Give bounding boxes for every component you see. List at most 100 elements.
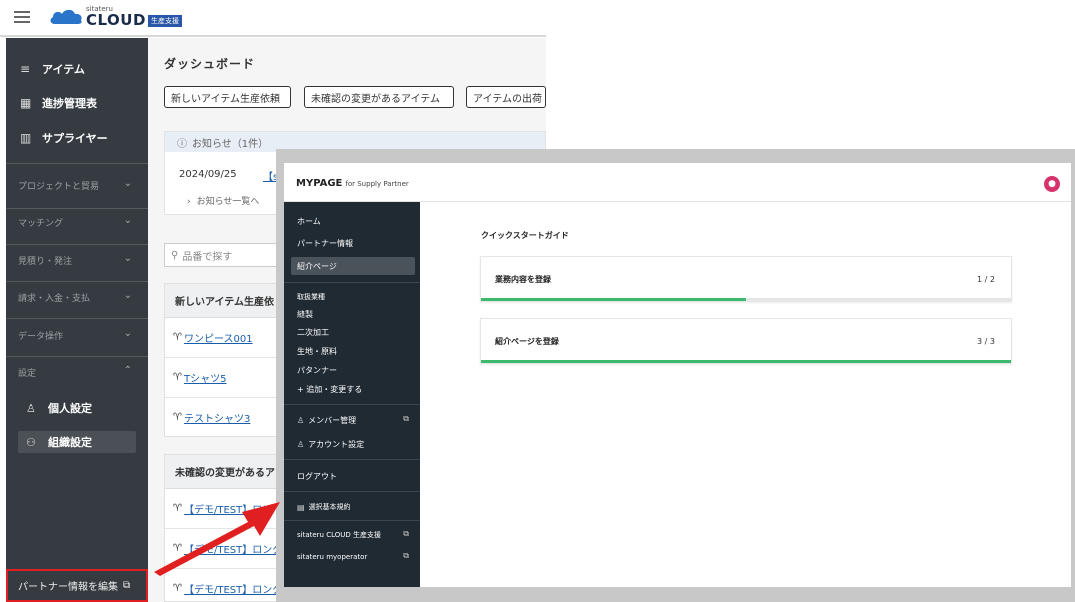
nav-intro-page[interactable]: 紹介ページ	[291, 257, 415, 275]
app-header: sitateru CLOUD 生産支援	[0, 0, 546, 37]
sidebar-divider	[284, 404, 420, 405]
menu-icon[interactable]	[14, 11, 30, 23]
nav-label: メンバー管理	[308, 415, 357, 425]
progress-fill	[481, 360, 1011, 363]
mypage-title-text: MYPAGE	[296, 178, 343, 189]
quickstart-count: 3 / 3	[977, 337, 995, 346]
nav-label: アカウント設定	[308, 439, 365, 449]
mypage-subtitle: for Supply Partner	[345, 180, 409, 188]
nav-member-management[interactable]: ♙ メンバー管理 ⧉	[291, 411, 415, 429]
sidebar-divider	[6, 244, 148, 245]
sidebar-divider	[6, 318, 148, 319]
logo-text: CLOUD	[86, 11, 146, 29]
section-label: 見積り・発注	[18, 256, 73, 267]
progress-track	[481, 360, 1011, 363]
group-icon: ⚇	[26, 435, 36, 449]
quickstart-title: クイックスタートガイド	[481, 231, 569, 240]
unconfirmed-items-button[interactable]: 未確認の変更があるアイテム	[304, 86, 454, 108]
building-icon: ▥	[20, 131, 32, 145]
nav-partner-info[interactable]: パートナー情報	[291, 234, 415, 252]
partner-edit-link[interactable]: パートナー情報を編集 ⧉	[6, 569, 148, 602]
list-item[interactable]: ♈ ワンピース001	[165, 318, 293, 358]
red-arrow-icon	[154, 502, 280, 576]
card-header: 未確認の変更があるア	[165, 455, 293, 489]
item-link[interactable]: テストシャツ3	[184, 410, 250, 425]
search-input[interactable]: ⚲ 品番で探す	[164, 243, 294, 267]
shirt-icon: ♈	[173, 412, 182, 423]
business-title: 取扱業種	[297, 293, 325, 301]
list-item[interactable]: ♈ Tシャツ5	[165, 358, 293, 398]
nav-account-settings[interactable]: ♙ アカウント設定	[291, 435, 415, 453]
quickstart-card-business[interactable]: 業務内容を登録 1 / 2	[480, 256, 1012, 302]
sidebar-section-data[interactable]: データ操作 ⌄	[6, 323, 148, 347]
external-link-icon: ⧉	[403, 551, 409, 560]
list-item[interactable]: ♈ テストシャツ3	[165, 398, 293, 436]
mypage-content: クイックスタートガイド 業務内容を登録 1 / 2 紹介ページを登録 3 / 3	[420, 202, 1071, 587]
business-item[interactable]: パタンナー	[297, 365, 337, 376]
sidebar-divider	[6, 281, 148, 282]
sidebar-section-settings[interactable]: 設定 ⌃	[6, 360, 148, 384]
business-item[interactable]: 縫製	[297, 309, 313, 320]
notice-more-link[interactable]: › お知らせ一覧へ	[187, 194, 259, 207]
document-icon: ▤	[297, 502, 305, 512]
cloud-logo-icon	[50, 9, 82, 24]
sidebar-item-personal-settings[interactable]: ♙ 個人設定	[18, 397, 136, 419]
quickstart-label: 紹介ページを登録	[495, 337, 559, 346]
person-icon: ♙	[26, 401, 36, 415]
progress-fill	[481, 298, 746, 301]
sidebar-item-label: サプライヤー	[42, 132, 108, 145]
link-sitateru-cloud[interactable]: sitateru CLOUD 生産支援 ⧉	[291, 526, 415, 544]
business-item[interactable]: 生地・原料	[297, 346, 337, 357]
sidebar-divider	[284, 491, 420, 492]
sidebar-section-estimates[interactable]: 見積り・発注 ⌄	[6, 248, 148, 272]
sidebar-section-projects[interactable]: プロジェクトと貿易 ⌄	[6, 173, 148, 197]
avatar[interactable]: ●	[1044, 176, 1060, 192]
progress-track	[481, 298, 1011, 301]
logout-button[interactable]: ログアウト	[291, 467, 415, 485]
sidebar-item-progress[interactable]: ▦ 進捗管理表	[6, 89, 148, 117]
mypage-header: MYPAGE for Supply Partner ●	[284, 163, 1071, 202]
sidebar-section-matching[interactable]: マッチング ⌄	[6, 210, 148, 234]
nav-label: 選択基本規約	[308, 503, 351, 511]
quickstart-count: 1 / 2	[977, 275, 995, 284]
sidebar-divider	[284, 459, 420, 460]
list-icon: ≡	[20, 62, 31, 76]
page-title: ダッシュボード	[164, 57, 256, 71]
nav-home[interactable]: ホーム	[291, 212, 415, 230]
chevron-down-icon: ⌄	[123, 253, 132, 264]
sidebar-item-items[interactable]: ≡ アイテム	[6, 55, 148, 83]
sidebar-item-org-settings[interactable]: ⚇ 組織設定	[18, 431, 136, 453]
sidebar-divider	[284, 282, 420, 283]
quickstart-label: 業務内容を登録	[495, 275, 551, 284]
nav-label: sitateru myoperator	[297, 553, 368, 561]
external-link-icon: ⧉	[403, 529, 409, 538]
mypage-screenshot: MYPAGE for Supply Partner ● ホーム パートナー情報 紹…	[276, 149, 1075, 602]
search-icon: ⚲	[171, 249, 179, 261]
new-item-request-button[interactable]: 新しいアイテム生産依頼	[164, 86, 291, 108]
item-shipping-button[interactable]: アイテムの出荷	[466, 86, 546, 108]
user-icon: ●	[1048, 179, 1056, 189]
nav-label: sitateru CLOUD 生産支援	[297, 531, 382, 539]
item-link[interactable]: ワンピース001	[184, 330, 253, 345]
table-icon: ▦	[20, 96, 32, 110]
chevron-down-icon: ⌄	[123, 290, 132, 301]
sidebar-item-suppliers[interactable]: ▥ サプライヤー	[6, 124, 148, 152]
partner-edit-label: パートナー情報を編集	[18, 582, 118, 593]
external-link-icon: ⧉	[403, 414, 409, 423]
section-label: データ操作	[18, 331, 64, 342]
search-placeholder: 品番で探す	[182, 251, 233, 263]
mypage-sidebar: ホーム パートナー情報 紹介ページ 取扱業種 縫製 二次加工 生地・原料 パタン…	[284, 202, 420, 587]
quickstart-card-intro-page[interactable]: 紹介ページを登録 3 / 3	[480, 318, 1012, 364]
item-link[interactable]: Tシャツ5	[184, 370, 226, 385]
business-item[interactable]: 二次加工	[297, 327, 329, 338]
nav-terms[interactable]: ▤ 選択基本規約	[291, 498, 415, 516]
notice-more-label: お知らせ一覧へ	[196, 197, 260, 207]
app-sidebar: ≡ アイテム ▦ 進捗管理表 ▥ サプライヤー プロジェクトと貿易 ⌄ マッチング…	[6, 38, 148, 602]
add-business-link[interactable]: + 追加・変更する	[297, 384, 362, 395]
sidebar-section-billing[interactable]: 請求・入金・支払 ⌄	[6, 285, 148, 309]
chevron-down-icon: ⌄	[123, 328, 132, 339]
mypage-title: MYPAGE for Supply Partner	[296, 178, 409, 189]
sidebar-item-label: 組織設定	[48, 436, 92, 449]
sidebar-item-label: アイテム	[42, 63, 85, 76]
link-myoperator[interactable]: sitateru myoperator ⧉	[291, 548, 415, 566]
